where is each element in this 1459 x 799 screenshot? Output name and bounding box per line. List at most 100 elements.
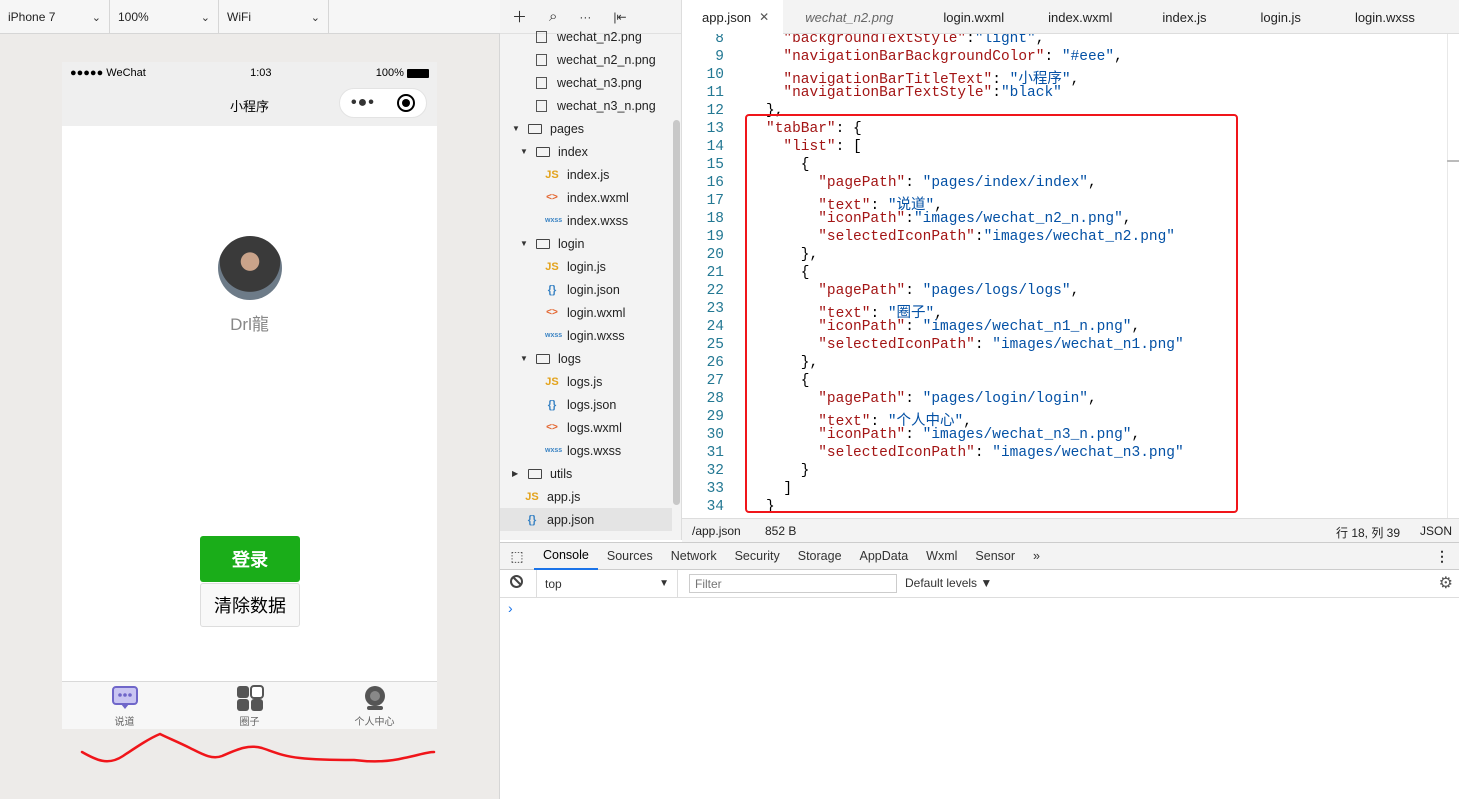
line-number: 10 <box>706 67 724 83</box>
context-select[interactable]: top ▼ <box>536 570 678 597</box>
caret-down-icon[interactable]: ▼ <box>512 124 524 133</box>
file-tree-item[interactable]: wechat_n3_n.png <box>500 94 672 117</box>
tab-network[interactable]: Network <box>662 543 726 570</box>
network-select[interactable]: WiFi ⌄ <box>219 0 329 34</box>
file-tree-label: index.wxml <box>567 190 629 205</box>
search-icon[interactable]: ⌕ <box>549 8 557 25</box>
tab-storage[interactable]: Storage <box>789 543 851 570</box>
tree-scrollbar[interactable] <box>673 120 680 505</box>
tab-wechat-n2-png[interactable]: wechat_n2.png <box>783 0 923 34</box>
caret-down-icon[interactable]: ▼ <box>520 239 532 248</box>
editor-status-bar: /app.json 852 B 行 18, 列 39 JSON <box>682 518 1459 542</box>
file-tree-item[interactable]: wxss logs.wxss <box>500 439 672 462</box>
file-tree-item[interactable]: ▼ index <box>500 140 672 163</box>
add-icon[interactable]: ＋ <box>512 6 527 27</box>
editor-scrollbar[interactable] <box>1447 34 1459 518</box>
file-tree-item[interactable]: wechat_n3.png <box>500 71 672 94</box>
tab-shuodao[interactable]: 说道 <box>62 682 187 729</box>
collapse-panel-icon[interactable]: |⇤ <box>613 10 626 24</box>
file-tree-item[interactable]: wechat_n2_n.png <box>500 48 672 71</box>
file-tree-item[interactable]: {} app.json <box>500 508 672 531</box>
tab-sensor[interactable]: Sensor <box>966 543 1024 570</box>
circle-icon <box>236 685 264 711</box>
file-tree-item[interactable]: wxss app.wxss <box>500 531 672 541</box>
line-number: 23 <box>706 301 724 317</box>
file-tree-item[interactable]: <> index.wxml <box>500 186 672 209</box>
console-prompt[interactable]: › <box>508 600 513 616</box>
line-number: 14 <box>706 139 724 155</box>
caret-down-icon[interactable]: ▼ <box>520 147 532 156</box>
caret-right-icon[interactable]: ▶ <box>512 469 524 478</box>
tab-index-wxml[interactable]: index.wxml <box>1034 0 1148 34</box>
filter-input[interactable] <box>689 574 897 593</box>
more-icon[interactable]: ··· <box>579 10 591 24</box>
tab-wxml[interactable]: Wxml <box>917 543 966 570</box>
capsule-menu[interactable]: •●• <box>339 88 427 118</box>
avatar <box>218 236 282 300</box>
file-tree-item[interactable]: <> login.wxml <box>500 301 672 324</box>
file-tree-label: logs.wxss <box>567 443 622 458</box>
more-tabs-button[interactable]: » <box>1024 543 1049 570</box>
line-number: 19 <box>706 229 724 245</box>
levels-select[interactable]: Default levels ▼ <box>905 576 992 590</box>
file-tree-item[interactable]: JS index.js <box>500 163 672 186</box>
settings-gear-icon[interactable]: ⚙ <box>1439 573 1453 593</box>
code-line[interactable]: "navigationBarTextStyle":"black" <box>766 85 1061 101</box>
clear-data-button[interactable]: 清除数据 <box>200 583 300 627</box>
device-select[interactable]: iPhone 7 ⌄ <box>0 0 110 34</box>
clear-console-icon[interactable] <box>510 575 523 588</box>
line-number: 32 <box>706 463 724 479</box>
phone-status-bar: ●●●●● WeChat 1:03 100% <box>62 62 437 84</box>
tab-profile[interactable]: 个人中心 <box>312 682 437 729</box>
inspect-icon[interactable]: ⬚ <box>500 548 534 565</box>
tab-console[interactable]: Console <box>534 543 598 570</box>
line-number: 24 <box>706 319 724 335</box>
file-tree-item[interactable]: {} login.json <box>500 278 672 301</box>
wxml-file-icon: <> <box>546 192 558 203</box>
line-number: 28 <box>706 391 724 407</box>
tab-index-js[interactable]: index.js <box>1148 0 1246 34</box>
folder-icon <box>528 123 542 134</box>
login-button[interactable]: 登录 <box>200 536 300 582</box>
tab-sources[interactable]: Sources <box>598 543 662 570</box>
js-file-icon: JS <box>545 375 559 388</box>
more-icon[interactable]: •●• <box>351 94 375 112</box>
wxss-file-icon: wxss <box>545 332 563 339</box>
file-tree-item[interactable]: wxss login.wxss <box>500 324 672 347</box>
file-tree-item[interactable]: ▼ login <box>500 232 672 255</box>
tab-app-json[interactable]: app.json ✕ <box>682 0 784 34</box>
zoom-select[interactable]: 100% ⌄ <box>110 0 219 34</box>
tab-login-wxss[interactable]: login.wxss <box>1341 0 1429 34</box>
file-tree-item[interactable]: {} logs.json <box>500 393 672 416</box>
kebab-menu-icon[interactable]: ⋮ <box>1435 548 1449 565</box>
file-tree-item[interactable]: ▼ logs <box>500 347 672 370</box>
file-tree-item[interactable]: wechat_n2.png <box>500 25 672 48</box>
caret-down-icon[interactable]: ▼ <box>520 354 532 363</box>
file-tree-item[interactable]: wxss index.wxss <box>500 209 672 232</box>
file-tree-item[interactable]: ▼ pages <box>500 117 672 140</box>
file-tree-item[interactable]: JS logs.js <box>500 370 672 393</box>
file-tree-item[interactable]: JS login.js <box>500 255 672 278</box>
line-number: 21 <box>706 265 724 281</box>
cursor-position[interactable]: 行 18, 列 39 <box>1336 524 1400 541</box>
tab-quanzi[interactable]: 圈子 <box>187 682 312 729</box>
line-number: 22 <box>706 283 724 299</box>
js-file-icon: JS <box>545 260 559 273</box>
close-icon[interactable]: ✕ <box>759 10 769 24</box>
file-tree-item[interactable]: ▶ utils <box>500 462 672 485</box>
language-mode[interactable]: JSON <box>1420 524 1452 538</box>
code-line[interactable]: "backgroundTextStyle":"light", <box>766 34 1044 47</box>
file-tree-item[interactable]: <> logs.wxml <box>500 416 672 439</box>
close-capsule-icon[interactable] <box>396 94 415 112</box>
code-line[interactable]: "navigationBarBackgroundColor": "#eee", <box>766 49 1122 65</box>
devtools-tabs: ⬚ Console Sources Network Security Stora… <box>500 543 1459 570</box>
nickname-label: Drl龍 <box>230 315 269 334</box>
file-tree-item[interactable]: JS app.js <box>500 485 672 508</box>
tab-login-wxml[interactable]: login.wxml <box>923 0 1034 34</box>
tab-security[interactable]: Security <box>726 543 789 570</box>
tab-appdata[interactable]: AppData <box>851 543 918 570</box>
file-tree-label: pages <box>550 121 585 136</box>
tab-login-js[interactable]: login.js <box>1246 0 1340 34</box>
line-number: 29 <box>706 409 724 425</box>
file-tree-label: logs.json <box>567 397 617 412</box>
